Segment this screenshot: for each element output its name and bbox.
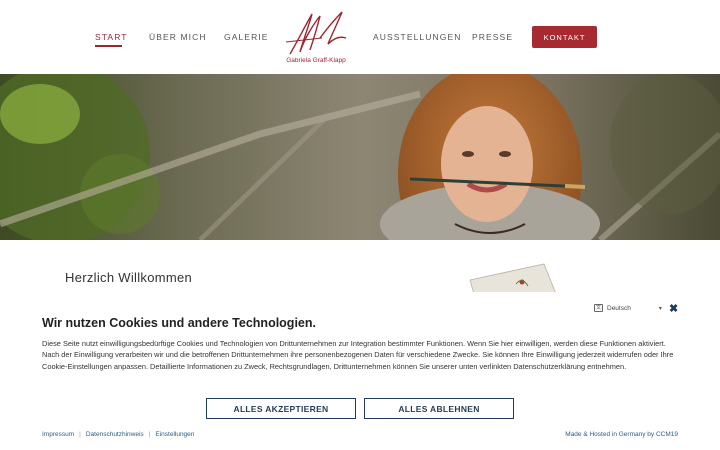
site-header: START ÜBER MICH GALERIE Gabriela Graff-K… — [0, 0, 720, 74]
logo-name: Gabriela Graff-Klapp — [286, 57, 346, 64]
nav-galerie[interactable]: GALERIE — [224, 32, 269, 42]
datenschutz-link[interactable]: Datenschutzhinweis — [86, 431, 144, 438]
cookie-footer-links: Impressum | Datenschutzhinweis | Einstel… — [42, 431, 194, 438]
accept-all-button[interactable]: ALLES AKZEPTIEREN — [206, 398, 356, 419]
chevron-down-icon: ▾ — [658, 305, 662, 312]
artwork-image — [469, 263, 556, 294]
close-icon[interactable]: ✖ — [669, 302, 678, 315]
nav-ueber-mich[interactable]: ÜBER MICH — [149, 32, 207, 42]
kontakt-button[interactable]: KONTAKT — [532, 26, 597, 48]
hosted-by-link[interactable]: Made & Hosted in Germany by CCM19 — [565, 431, 678, 438]
hero-photo — [0, 74, 720, 240]
language-value: Deutsch — [607, 304, 631, 312]
cookie-description: Diese Seite nutzt einwilligungsbedürftig… — [42, 339, 674, 371]
cookie-title: Wir nutzen Cookies und andere Technologi… — [42, 316, 316, 330]
language-icon: 文 — [594, 304, 603, 312]
nav-active-indicator — [95, 45, 122, 47]
page: START ÜBER MICH GALERIE Gabriela Graff-K… — [0, 0, 720, 450]
separator: | — [79, 431, 81, 438]
einstellungen-link[interactable]: Einstellungen — [155, 431, 194, 438]
language-select[interactable]: 文 Deutsch ▾ — [594, 304, 662, 312]
welcome-heading: Herzlich Willkommen — [65, 270, 193, 285]
cookie-banner: 文 Deutsch ▾ ✖ Wir nutzen Cookies und and… — [0, 292, 720, 450]
nav-ausstellungen[interactable]: AUSSTELLUNGEN — [373, 32, 461, 42]
nav-start[interactable]: START — [95, 32, 128, 42]
impressum-link[interactable]: Impressum — [42, 431, 74, 438]
nav-presse[interactable]: PRESSE — [472, 32, 513, 42]
separator: | — [148, 431, 151, 438]
reject-all-button[interactable]: ALLES ABLEHNEN — [364, 398, 514, 419]
